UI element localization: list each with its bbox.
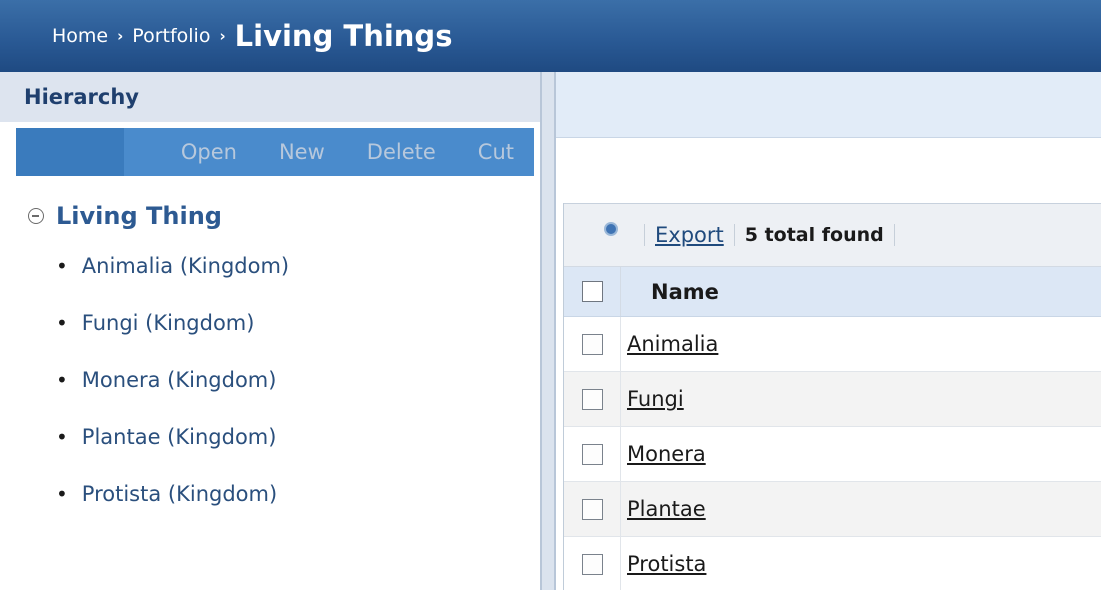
grid-toolbar: Export 5 total found [564,203,1101,267]
open-button[interactable]: Open [181,140,237,164]
delete-button[interactable]: Delete [367,140,436,164]
toolbar-divider [733,224,735,246]
tree-item[interactable]: • Fungi (Kingdom) [56,311,289,368]
panel-splitter[interactable] [540,72,556,590]
page-title: Living Things [234,19,453,53]
export-link[interactable]: Export [655,223,724,247]
bullet-icon: • [56,311,68,335]
select-all-cell [564,267,621,316]
hierarchy-toolbar: Open New Delete Cut [16,128,534,176]
refresh-icon[interactable] [604,222,618,236]
column-header-name[interactable]: Name [621,280,719,304]
bullet-icon: • [56,368,68,392]
table-row: Plantae [564,482,1101,537]
hierarchy-title: Hierarchy [0,72,540,122]
row-name-link[interactable]: Plantae [621,497,706,521]
select-all-checkbox[interactable] [581,281,603,302]
row-checkbox-cell [564,427,621,481]
row-checkbox[interactable] [581,388,603,410]
row-checkbox-cell [564,537,621,590]
breadcrumb-separator: › [219,27,226,45]
row-checkbox-cell [564,317,621,371]
row-name-link[interactable]: Monera [621,442,706,466]
row-checkbox-cell [564,482,621,536]
breadcrumb-separator: › [117,27,124,45]
tree-item-label: Plantae (Kingdom) [81,425,277,449]
grid-header-row: Name [564,267,1101,317]
toolbar-divider [644,224,645,246]
breadcrumb-portfolio[interactable]: Portfolio [132,25,210,47]
total-found-count: 5 total found [744,224,884,246]
table-row: Monera [564,427,1101,482]
row-name-link[interactable]: Fungi [621,387,684,411]
table-row: Fungi [564,372,1101,427]
row-checkbox[interactable] [581,333,603,355]
table-row: Protista [564,537,1101,590]
row-name-link[interactable]: Animalia [621,332,718,356]
toolbar-divider [893,224,895,246]
new-button[interactable]: New [279,140,325,164]
tree-children: • Animalia (Kingdom) • Fungi (Kingdom) • Mo… [56,254,289,539]
content-header [556,72,1101,138]
tree-item[interactable]: • Protista (Kingdom) [56,482,289,539]
circle-minus-icon[interactable] [28,208,44,224]
breadcrumb-home[interactable]: Home [52,25,108,47]
hierarchy-panel: Hierarchy Open New Delete Cut Living Thi… [0,72,540,590]
tree-item-label: Protista (Kingdom) [81,482,278,506]
tree-root: Living Thing [28,202,222,230]
tree-item-label: Monera (Kingdom) [81,368,277,392]
breadcrumb: Home › Portfolio › Living Things [0,0,1101,72]
bullet-icon: • [56,254,68,278]
content-panel: Export 5 total found Name Animalia Fungi… [556,72,1101,590]
tree-item-label: Animalia (Kingdom) [81,254,290,278]
tree-item[interactable]: • Animalia (Kingdom) [56,254,289,311]
cut-button[interactable]: Cut [478,140,514,164]
tree-item-label: Fungi (Kingdom) [81,311,255,335]
row-checkbox[interactable] [581,553,603,575]
tree-root-label[interactable]: Living Thing [56,202,222,230]
table-row: Animalia [564,317,1101,372]
tree-item[interactable]: • Plantae (Kingdom) [56,425,289,482]
results-grid: Export 5 total found Name Animalia Fungi… [563,203,1101,590]
row-name-link[interactable]: Protista [621,552,706,576]
row-checkbox-cell [564,372,621,426]
bullet-icon: • [56,482,68,506]
row-checkbox[interactable] [581,443,603,465]
tree-item[interactable]: • Monera (Kingdom) [56,368,289,425]
row-checkbox[interactable] [581,498,603,520]
bullet-icon: • [56,425,68,449]
